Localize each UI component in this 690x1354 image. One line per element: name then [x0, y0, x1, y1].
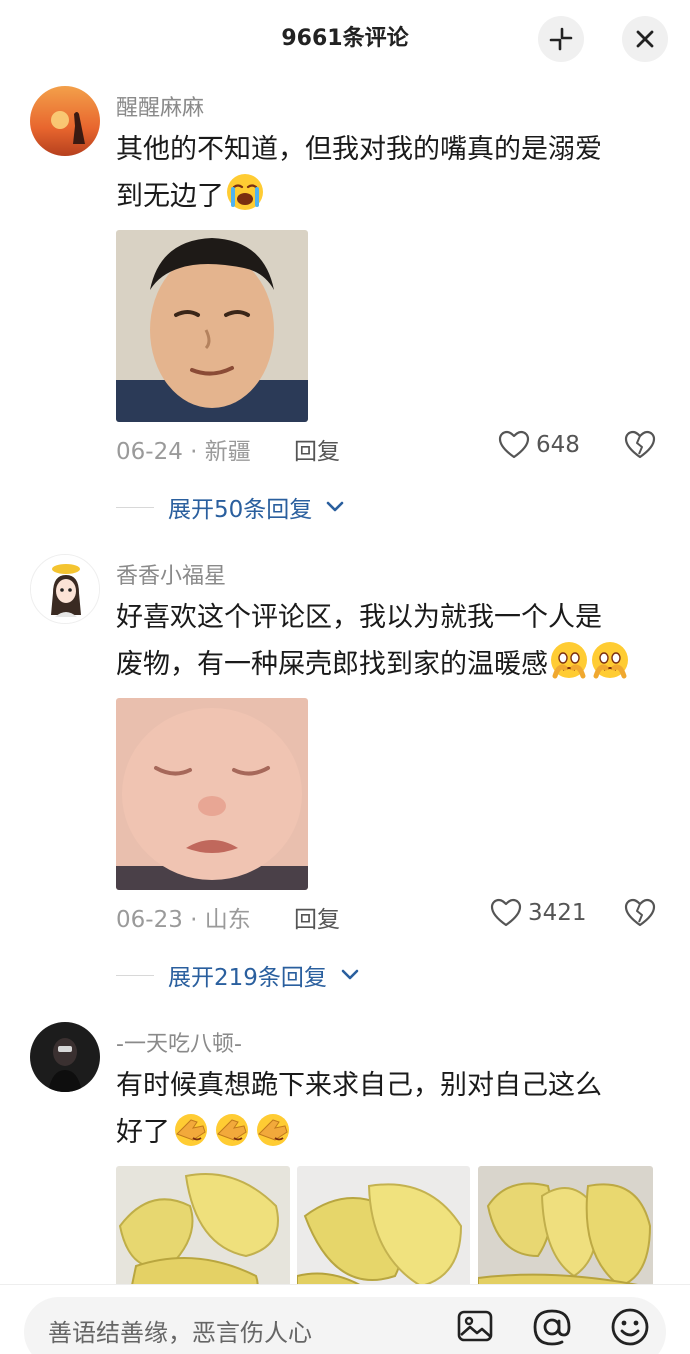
chevron-down-icon — [326, 501, 344, 512]
username[interactable]: 香香小福星 — [116, 558, 226, 590]
comment-location: 山东 — [204, 907, 251, 933]
like-button[interactable]: 648 — [498, 430, 580, 460]
image-icon — [457, 1310, 493, 1342]
mention-button[interactable] — [532, 1307, 572, 1351]
face-palm-emoji — [257, 1114, 289, 1146]
like-button[interactable]: 3421 — [490, 898, 587, 928]
chevron-down-icon — [341, 969, 359, 980]
comment-text-line: 废物，有一种屎壳郎找到家的温暖感 — [116, 640, 656, 687]
comments-header: 9661条评论 — [0, 0, 690, 72]
expand-replies-label: 展开219条回复 — [168, 965, 327, 991]
comment-input-placeholder: 善语结善缘，恶言伤人心 — [48, 1319, 312, 1347]
separator-dot: · — [190, 439, 205, 465]
close-button[interactable] — [622, 16, 668, 62]
comment-text-line: 有时候真想跪下来求自己，别对自己这么 — [116, 1070, 602, 1101]
comment-item: 香香小福星 好喜欢这个评论区，我以为就我一个人是 废物，有一种屎壳郎找到家的温暖… — [0, 546, 690, 1014]
comment-text-fragment: 废物，有一种屎壳郎找到家的温暖感 — [116, 649, 548, 680]
expand-replies-button[interactable]: 展开219条回复 — [116, 958, 359, 992]
divider — [116, 974, 154, 976]
comment-text-line: 其他的不知道，但我对我的嘴真的是溺爱 — [116, 134, 602, 165]
holding-back-tears-emoji — [592, 642, 628, 679]
comment-image[interactable] — [478, 1166, 653, 1284]
avatar[interactable] — [30, 1022, 100, 1092]
face-palm-emoji — [175, 1114, 207, 1146]
dislike-button[interactable] — [624, 898, 656, 932]
loudly-crying-emoji — [227, 174, 263, 210]
emoji-icon — [611, 1308, 649, 1346]
avatar[interactable] — [30, 554, 100, 624]
comment-list[interactable]: 醒醒麻麻 其他的不知道，但我对我的嘴真的是溺爱 到无边了 06-24 · 新疆 … — [0, 78, 690, 1284]
emoji-button[interactable] — [610, 1307, 650, 1351]
comment-image[interactable] — [116, 1166, 290, 1284]
comment-item: -一天吃八顿- 有时候真想跪下来求自己，别对自己这么 好了 — [0, 1014, 690, 1284]
dislike-button[interactable] — [624, 430, 656, 464]
comment-text-fragment: 到无边了 — [116, 181, 224, 212]
comment-input[interactable]: 善语结善缘，恶言伤人心 — [24, 1297, 666, 1354]
comment-input-bar: 善语结善缘，恶言伤人心 — [0, 1284, 690, 1354]
close-icon — [636, 30, 654, 48]
comment-meta: 06-24 · 新疆 — [116, 432, 251, 466]
comment-date: 06-24 — [116, 439, 183, 465]
comment-text-line: 好喜欢这个评论区，我以为就我一个人是 — [116, 602, 602, 633]
expand-replies-label: 展开50条回复 — [168, 497, 313, 523]
avatar[interactable] — [30, 86, 100, 156]
minimize-button[interactable] — [538, 16, 584, 62]
like-count: 3421 — [528, 900, 587, 926]
comment-location: 新疆 — [204, 439, 251, 465]
reply-button[interactable]: 回复 — [294, 900, 340, 934]
comment-count-title: 9661条评论 — [281, 26, 409, 51]
broken-heart-icon — [624, 430, 656, 459]
username[interactable]: -一天吃八顿- — [116, 1026, 242, 1058]
heart-icon — [490, 898, 522, 927]
divider — [116, 506, 154, 508]
comment-text-fragment: 好了 — [116, 1117, 170, 1148]
comment-text-line: 好了 — [116, 1108, 656, 1155]
comment-date: 06-23 — [116, 907, 183, 933]
insert-image-button[interactable] — [456, 1307, 494, 1349]
comment-text: 好喜欢这个评论区，我以为就我一个人是 废物，有一种屎壳郎找到家的温暖感 — [116, 596, 656, 687]
face-palm-emoji — [216, 1114, 248, 1146]
reply-button[interactable]: 回复 — [294, 432, 340, 466]
comment-text-line: 到无边了 — [116, 172, 656, 219]
comment-text: 有时候真想跪下来求自己，别对自己这么 好了 — [116, 1064, 656, 1155]
at-mention-icon — [533, 1309, 571, 1346]
comment-meta: 06-23 · 山东 — [116, 900, 251, 934]
comment-image[interactable] — [116, 698, 308, 890]
username[interactable]: 醒醒麻麻 — [116, 90, 204, 122]
comment-text: 其他的不知道，但我对我的嘴真的是溺爱 到无边了 — [116, 128, 656, 219]
holding-back-tears-emoji — [551, 642, 587, 679]
comment-image[interactable] — [297, 1166, 470, 1284]
like-count: 648 — [536, 432, 580, 458]
separator-dot: · — [190, 907, 205, 933]
comment-image[interactable] — [116, 230, 308, 422]
expand-replies-button[interactable]: 展开50条回复 — [116, 490, 344, 524]
heart-icon — [498, 430, 530, 459]
minimize-icon — [549, 27, 573, 51]
broken-heart-icon — [624, 898, 656, 927]
comment-item: 醒醒麻麻 其他的不知道，但我对我的嘴真的是溺爱 到无边了 06-24 · 新疆 … — [0, 78, 690, 546]
